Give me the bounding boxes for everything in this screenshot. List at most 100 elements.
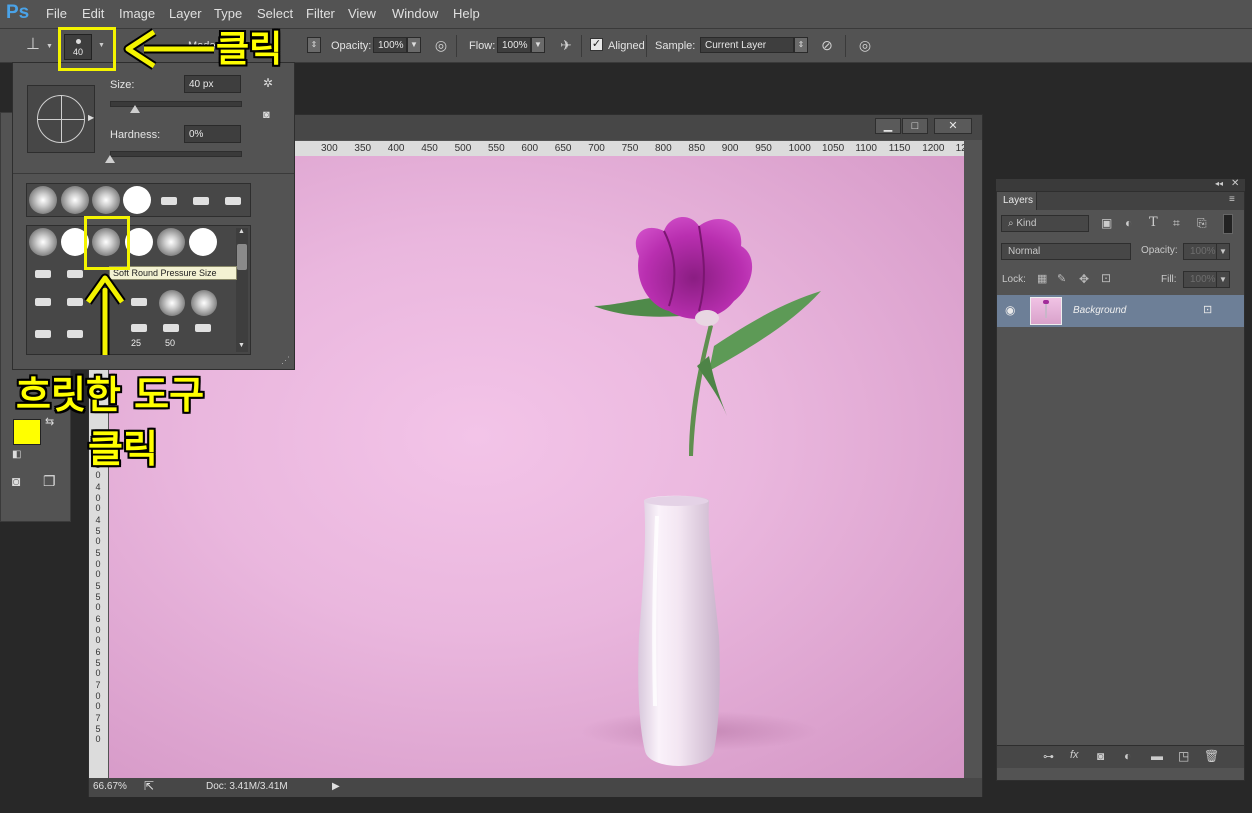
- photoshop-logo: Ps: [6, 2, 30, 23]
- presets-scrollbar[interactable]: ▲ ▼: [236, 228, 248, 352]
- add-mask-icon[interactable]: ◙: [1097, 749, 1104, 763]
- brush-preset-hard[interactable]: [189, 228, 217, 256]
- tool-preset-dropdown-icon[interactable]: ▼: [46, 43, 53, 50]
- airbrush-icon[interactable]: ✈: [557, 37, 575, 53]
- layer-name[interactable]: Background: [1073, 305, 1126, 316]
- opacity-dropdown[interactable]: ▼: [407, 37, 421, 53]
- size-field[interactable]: 40 px: [184, 75, 241, 93]
- brush-preset-tip[interactable]: [195, 324, 211, 332]
- fill-dropdown[interactable]: ▼: [1216, 271, 1230, 288]
- menu-filter[interactable]: Filter: [306, 6, 335, 21]
- filter-adjustment-icon[interactable]: ◐: [1125, 216, 1132, 230]
- brush-preset-soft[interactable]: [92, 186, 120, 214]
- layer-row-background[interactable]: ◉ Background ⊡: [997, 295, 1244, 327]
- brush-preset-soft[interactable]: [191, 290, 217, 316]
- filter-smart-icon[interactable]: ⎘: [1197, 216, 1207, 231]
- brush-preset-tip[interactable]: [161, 197, 177, 205]
- brush-preset-tip[interactable]: [35, 298, 51, 306]
- lock-image-icon[interactable]: ✎: [1057, 272, 1066, 285]
- panel-menu-icon[interactable]: ≡: [1229, 194, 1235, 205]
- layer-filter-kind[interactable]: ⌕ Kind: [1001, 215, 1089, 232]
- menu-help[interactable]: Help: [453, 6, 480, 21]
- opacity-field[interactable]: 100%: [373, 37, 407, 53]
- brush-preset-soft[interactable]: [157, 228, 185, 256]
- new-preset-icon[interactable]: ◙: [263, 109, 270, 121]
- brush-preset-soft[interactable]: [29, 228, 57, 256]
- menu-file[interactable]: File: [46, 6, 67, 21]
- lock-transparent-icon[interactable]: ▦: [1037, 272, 1047, 285]
- sample-select[interactable]: Current Layer: [700, 37, 794, 53]
- menu-select[interactable]: Select: [257, 6, 293, 21]
- scroll-down-icon[interactable]: ▼: [238, 342, 245, 349]
- pressure-size-icon[interactable]: ◎: [856, 37, 874, 53]
- brush-preset-tip[interactable]: [163, 324, 179, 332]
- fx-icon[interactable]: fx: [1070, 749, 1079, 761]
- layers-tab[interactable]: Layers: [997, 192, 1037, 210]
- maximize-button[interactable]: □: [902, 118, 928, 134]
- pressure-opacity-icon[interactable]: ◎: [432, 37, 450, 53]
- delete-layer-icon[interactable]: 🗑: [1204, 749, 1219, 763]
- default-colors-icon[interactable]: ◧: [12, 449, 21, 460]
- settings-gear-icon[interactable]: ✲: [263, 76, 273, 90]
- brush-preset-tip[interactable]: [35, 330, 51, 338]
- brush-preset-tip[interactable]: [131, 324, 147, 332]
- brush-angle-preview[interactable]: [27, 85, 95, 153]
- screen-mode-icon[interactable]: ❐: [43, 473, 56, 490]
- fill-field[interactable]: 100%: [1183, 271, 1217, 288]
- flow-dropdown[interactable]: ▼: [531, 37, 545, 53]
- brush-preset-soft[interactable]: [159, 290, 185, 316]
- scroll-up-icon[interactable]: ▲: [238, 228, 245, 235]
- layer-opacity-field[interactable]: 100%: [1183, 243, 1217, 260]
- zoom-level[interactable]: 66.67%: [93, 781, 127, 792]
- layer-opacity-dropdown[interactable]: ▼: [1216, 243, 1230, 260]
- angle-arrow-icon[interactable]: ▶: [88, 113, 94, 122]
- ruler-h-label: 750: [621, 143, 639, 154]
- brush-preset-tip[interactable]: [131, 298, 147, 306]
- mode-dropdown[interactable]: ⇕: [307, 37, 321, 53]
- blend-mode-select[interactable]: Normal: [1001, 243, 1131, 260]
- hardness-field[interactable]: 0%: [184, 125, 241, 143]
- filter-image-icon[interactable]: ▣: [1101, 216, 1112, 230]
- adjustment-layer-icon[interactable]: ◐: [1124, 749, 1131, 763]
- brush-preset-tip[interactable]: [225, 197, 241, 205]
- minimize-button[interactable]: ▁: [875, 118, 901, 134]
- menu-layer[interactable]: Layer: [169, 6, 202, 21]
- size-slider-knob[interactable]: [129, 105, 140, 113]
- lock-position-icon[interactable]: ✥: [1079, 272, 1089, 286]
- sample-dropdown[interactable]: ⇕: [794, 37, 808, 53]
- brush-preset-soft[interactable]: [29, 186, 57, 214]
- new-group-icon[interactable]: ▬: [1151, 749, 1163, 763]
- menu-type[interactable]: Type: [214, 6, 242, 21]
- lock-all-icon[interactable]: ⊡: [1101, 271, 1111, 285]
- menu-window[interactable]: Window: [392, 6, 438, 21]
- brush-preset-tip[interactable]: [35, 270, 51, 278]
- quick-mask-icon[interactable]: ◙: [12, 473, 20, 489]
- close-panel-icon[interactable]: ✕: [1231, 178, 1239, 189]
- status-menu-arrow-icon[interactable]: ▶: [332, 781, 340, 792]
- menu-image[interactable]: Image: [119, 6, 155, 21]
- brush-preset-soft[interactable]: [61, 186, 89, 214]
- filter-type-icon[interactable]: T: [1149, 215, 1158, 230]
- filter-toggle[interactable]: [1223, 214, 1233, 234]
- link-layers-icon[interactable]: ⊶: [1043, 750, 1054, 763]
- filter-shape-icon[interactable]: ⌗: [1173, 216, 1180, 231]
- close-button[interactable]: ✕: [934, 118, 972, 134]
- menu-edit[interactable]: Edit: [82, 6, 104, 21]
- ignore-adjustment-icon[interactable]: ⊘: [818, 37, 836, 53]
- menu-view[interactable]: View: [348, 6, 376, 21]
- share-icon[interactable]: ⇱: [144, 779, 154, 793]
- new-layer-icon[interactable]: ◳: [1178, 749, 1189, 763]
- scroll-thumb[interactable]: [237, 244, 247, 270]
- clone-stamp-icon[interactable]: ⊥: [24, 37, 42, 53]
- flow-field[interactable]: 100%: [497, 37, 531, 53]
- collapse-panel-icon[interactable]: ◂◂: [1215, 179, 1223, 188]
- hardness-slider-track[interactable]: [110, 151, 242, 157]
- foreground-color-swatch[interactable]: [13, 419, 41, 445]
- visibility-eye-icon[interactable]: ◉: [1005, 303, 1015, 317]
- flower-vase-image: [594, 216, 821, 766]
- brush-preset-hard[interactable]: [123, 186, 151, 214]
- hardness-slider-knob[interactable]: [105, 155, 115, 163]
- resize-grip-icon[interactable]: ⋰: [281, 355, 290, 366]
- brush-preset-tip[interactable]: [193, 197, 209, 205]
- aligned-checkbox[interactable]: ✓: [590, 38, 603, 51]
